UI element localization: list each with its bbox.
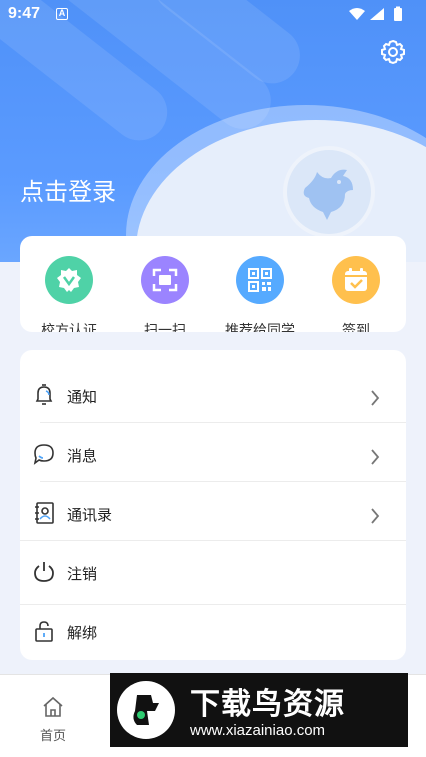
divider <box>20 540 406 541</box>
watermark-banner: 下载鸟资源 www.xiazainiao.com <box>110 673 408 747</box>
divider <box>40 481 406 482</box>
chevron-right-icon <box>371 449 380 465</box>
nav-tab-label: 首页 <box>39 729 66 744</box>
quick-action-campus-verify[interactable]: 校方认证 <box>29 256 109 332</box>
menu-item-notifications[interactable]: 通知 <box>20 366 406 425</box>
nav-tab-home[interactable]: 首页 <box>28 695 78 744</box>
system-status-icons <box>348 6 412 27</box>
menu-card: 通知 消息 通讯录 注销 解绑 <box>20 350 406 660</box>
quick-action-icon-bg <box>45 256 93 304</box>
chat-icon <box>33 444 54 465</box>
quick-action-icon-bg <box>141 256 189 304</box>
quick-action-label: 推荐给同学 <box>225 323 295 332</box>
power-icon <box>34 562 54 582</box>
menu-item-messages[interactable]: 消息 <box>20 425 406 484</box>
bell-icon <box>35 384 53 405</box>
status-time: 9:47 <box>8 5 41 22</box>
chevron-right-icon <box>371 508 380 524</box>
menu-item-label: 消息 <box>67 447 98 465</box>
settings-gear-icon[interactable] <box>379 38 407 66</box>
login-prompt[interactable]: 点击登录 <box>20 172 116 207</box>
quick-action-label: 签到 <box>342 323 370 332</box>
menu-item-label: 通知 <box>67 388 98 406</box>
notification-a-icon: A <box>56 8 68 20</box>
watermark-url: www.xiazainiao.com <box>190 722 326 739</box>
menu-item-label: 通讯录 <box>67 506 113 524</box>
qr-code-icon <box>248 268 272 292</box>
divider <box>40 422 406 423</box>
quick-action-label: 校方认证 <box>41 323 97 332</box>
wifi-signal-battery-icon <box>349 6 402 21</box>
quick-action-checkin[interactable]: 签到 <box>316 256 396 332</box>
menu-item-logout[interactable]: 注销 <box>20 543 406 602</box>
quick-action-scan[interactable]: 扫一扫 <box>125 256 205 332</box>
scan-icon <box>152 268 178 292</box>
status-bar: 9:47 A <box>0 0 426 28</box>
bird-avatar-icon <box>303 169 353 220</box>
avatar[interactable] <box>283 146 375 238</box>
contacts-icon <box>35 502 54 524</box>
home-icon <box>43 696 63 717</box>
menu-item-label: 解绑 <box>67 624 98 642</box>
watermark-bird-logo-icon <box>117 681 175 739</box>
quick-actions-card: 校方认证 扫一扫 推荐给同学 签到 <box>20 236 406 332</box>
menu-item-unbind[interactable]: 解绑 <box>20 602 406 660</box>
menu-item-label: 注销 <box>67 565 98 583</box>
chevron-right-icon <box>371 390 380 406</box>
quick-action-icon-bg <box>236 256 284 304</box>
verified-badge-icon <box>57 268 81 292</box>
quick-action-label: 扫一扫 <box>144 323 186 332</box>
lock-icon <box>35 621 53 642</box>
quick-action-recommend[interactable]: 推荐给同学 <box>220 256 300 332</box>
menu-item-contacts[interactable]: 通讯录 <box>20 484 406 543</box>
quick-action-icon-bg <box>332 256 380 304</box>
calendar-check-icon <box>345 268 367 291</box>
watermark-title: 下载鸟资源 <box>190 687 345 722</box>
